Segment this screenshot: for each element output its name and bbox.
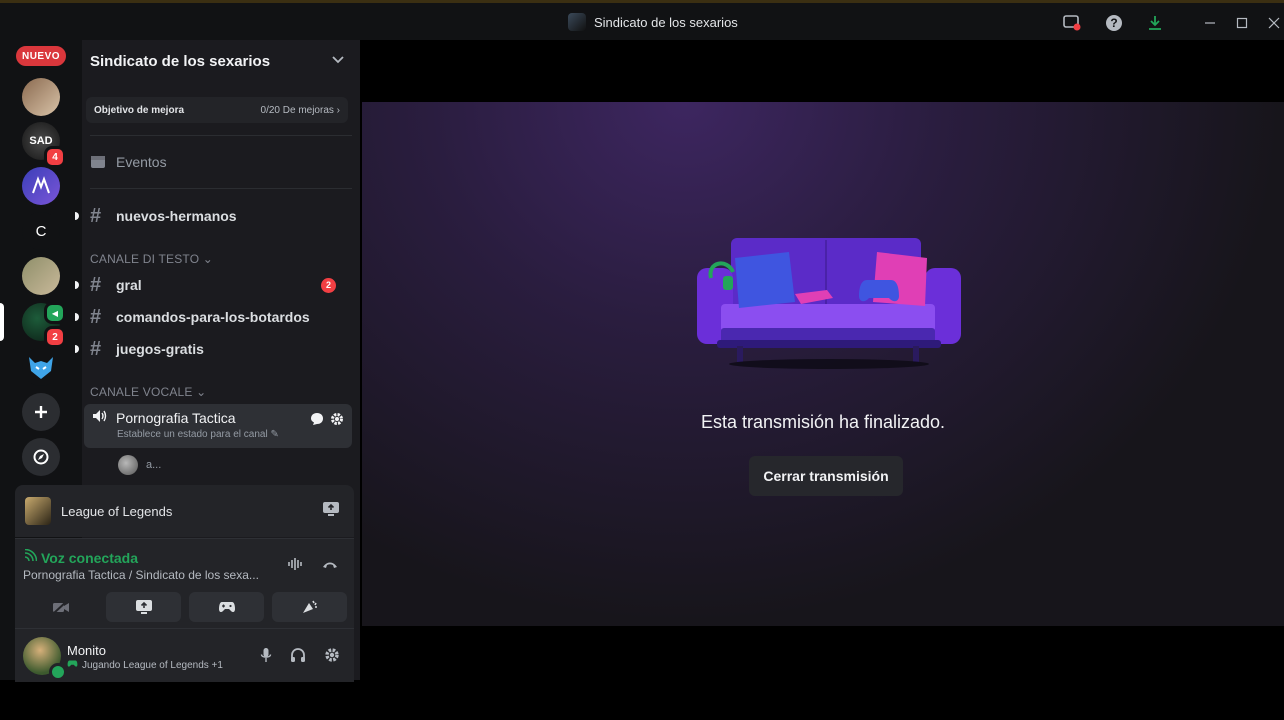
couch-illustration — [697, 238, 961, 369]
channel-comandos-para-los-botardos[interactable]: # comandos-para-los-botardos — [75, 303, 350, 331]
server-favicon-icon — [568, 13, 586, 31]
close-stream-button[interactable]: Cerrar transmisión — [749, 456, 903, 496]
svg-text:?: ? — [1110, 16, 1117, 30]
server-icon-wolf[interactable] — [22, 348, 60, 386]
gamepad-icon — [218, 602, 235, 613]
title-bar: Sindicato de los sexarios ? — [0, 0, 1284, 40]
channel-juegos-gratis[interactable]: # juegos-gratis — [75, 335, 350, 363]
activities-button[interactable] — [189, 592, 264, 622]
maximize-icon[interactable] — [1232, 13, 1252, 33]
server-icon-5[interactable] — [22, 257, 60, 295]
events-item[interactable]: Eventos — [84, 148, 350, 176]
channel-gral[interactable]: # gral 2 — [75, 271, 350, 299]
chevron-down-icon — [332, 53, 344, 67]
download-icon[interactable] — [1145, 13, 1165, 33]
server-icon-c[interactable]: C — [22, 212, 60, 250]
speaker-icon — [92, 409, 108, 426]
close-icon[interactable] — [1264, 13, 1284, 33]
server-initial: C — [35, 222, 47, 240]
selected-server-indicator — [0, 303, 4, 341]
gear-icon[interactable] — [324, 647, 340, 667]
hashtag-icon: # — [90, 273, 102, 296]
hashtag-icon: # — [90, 305, 102, 328]
new-badge: NUEVO — [14, 44, 68, 68]
voice-user-name: a... — [146, 459, 162, 471]
channel-name: nuevos-hermanos — [116, 208, 237, 224]
events-label: Eventos — [116, 154, 167, 170]
discover-icon[interactable] — [22, 438, 60, 476]
server-icon-1[interactable] — [22, 78, 60, 116]
soundboard-button[interactable] — [272, 592, 347, 622]
voice-channel-path[interactable]: Pornografia Tactica / Sindicato de los s… — [23, 568, 275, 582]
category-text-channels[interactable]: CANALE DI TESTO ⌄ — [90, 252, 213, 266]
help-icon[interactable]: ? — [1104, 13, 1124, 33]
activity-game-name: League of Legends — [61, 503, 173, 519]
divider — [90, 135, 352, 136]
voice-speaker-icon: ◀ — [44, 302, 66, 324]
voice-channel-name: Pornografia Tactica — [116, 409, 236, 426]
channel-name: comandos-para-los-botardos — [116, 309, 310, 325]
avatar — [118, 455, 138, 475]
signal-icon — [23, 548, 38, 566]
stream-ended-message: Esta transmisión ha finalizado. — [700, 412, 946, 432]
stream-area: Esta transmisión ha finalizado. Cerrar t… — [362, 102, 1284, 626]
username[interactable]: Monito — [67, 643, 106, 658]
minimize-icon[interactable] — [1200, 13, 1220, 33]
voice-channel-status[interactable]: Establece un estado para el canal ✎ — [117, 429, 344, 440]
gear-icon[interactable] — [330, 412, 344, 429]
server-header[interactable]: Sindicato de los sexarios — [82, 40, 360, 82]
channel-name: gral — [116, 277, 142, 293]
gamepad-icon — [67, 659, 78, 671]
server-name: Sindicato de los sexarios — [90, 52, 271, 70]
microphone-icon[interactable] — [260, 647, 272, 667]
server-icon-3[interactable] — [22, 167, 60, 205]
window-title: Sindicato de los sexarios — [568, 13, 738, 31]
channel-nuevos-hermanos[interactable]: # nuevos-hermanos — [75, 202, 350, 230]
chat-bubble-icon[interactable] — [310, 412, 324, 429]
screen-share-icon — [135, 600, 152, 614]
user-panel: Monito Jugando League of Legends +1 — [15, 628, 354, 682]
camera-off-button[interactable] — [23, 592, 98, 622]
league-of-legends-icon — [25, 497, 51, 525]
activity-panel: League of Legends — [15, 485, 354, 537]
mention-badge: 2 — [321, 277, 336, 293]
window-title-text: Sindicato de los sexarios — [594, 14, 738, 30]
user-activity-text: Jugando League of Legends +1 — [82, 659, 223, 671]
noise-suppression-icon[interactable] — [287, 557, 305, 574]
screen-share-icon[interactable] — [1062, 13, 1082, 33]
divider — [90, 188, 352, 189]
share-screen-button[interactable] — [106, 592, 181, 622]
boost-label: Objetivo de mejora — [94, 104, 185, 116]
voice-channel-pornografia-tactica[interactable]: Pornografia Tactica Establece un estado … — [84, 404, 352, 448]
server-badge: 4 — [44, 146, 66, 168]
voice-user[interactable]: a... — [118, 455, 161, 475]
channel-name: juegos-gratis — [116, 341, 204, 357]
boost-goal-bar[interactable]: Objetivo de mejora 0/20 De mejoras › — [86, 97, 348, 123]
disconnect-icon[interactable] — [321, 557, 339, 573]
voice-connection-panel: Voz conectada Pornografia Tactica / Sind… — [15, 538, 354, 628]
category-voice-channels[interactable]: CANALE VOCALE ⌄ — [90, 385, 206, 399]
soundboard-icon — [302, 600, 317, 613]
calendar-icon — [90, 153, 114, 172]
add-server-icon[interactable] — [22, 393, 60, 431]
user-activity-status: Jugando League of Legends +1 — [67, 659, 223, 671]
hashtag-icon: # — [90, 337, 102, 360]
headphones-icon[interactable] — [290, 647, 306, 667]
server-badge: 2 — [44, 326, 66, 348]
voice-status[interactable]: Voz conectada — [41, 550, 138, 566]
stream-game-icon[interactable] — [322, 501, 340, 520]
hashtag-icon: # — [90, 204, 102, 227]
online-status-dot — [49, 663, 67, 681]
boost-progress: 0/20 De mejoras › — [260, 104, 340, 116]
camera-off-icon — [52, 600, 69, 614]
server-initial: SAD — [29, 135, 53, 147]
